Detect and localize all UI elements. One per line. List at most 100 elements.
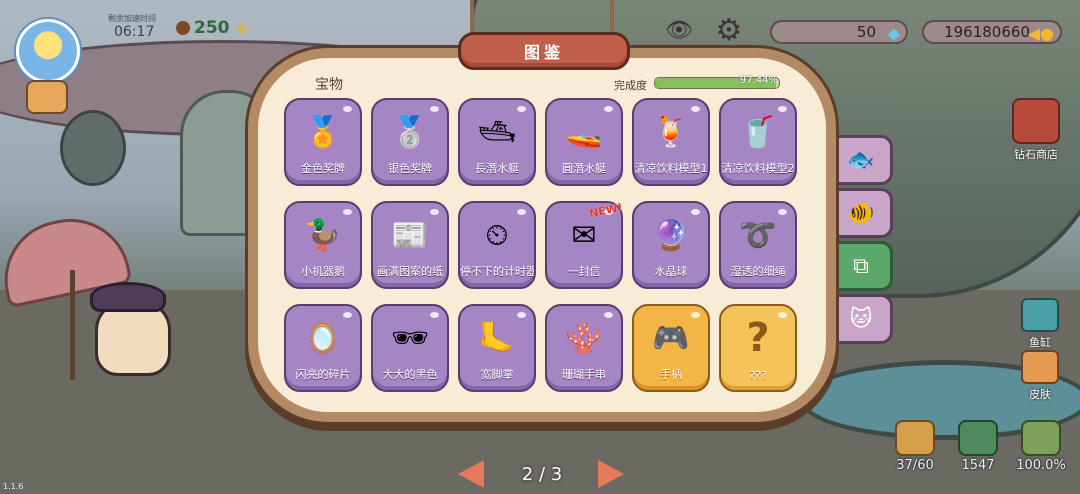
skin-button[interactable]: 皮肤 [1015, 350, 1065, 402]
item-name: 圓潛水艇 [562, 162, 606, 175]
fish-tank-icon [1021, 298, 1059, 332]
item-card[interactable]: 🚤 圓潛水艇 [545, 98, 623, 186]
item-name: 湿透的细绳 [730, 265, 786, 278]
long-submarine-icon: 🛥 [472, 110, 522, 154]
item-name: 银色奖牌 [388, 162, 432, 175]
letter-icon: ✉ [559, 213, 609, 257]
collection-tab[interactable]: 🐠 [832, 188, 893, 238]
item-card[interactable]: ???? [719, 304, 797, 392]
item-name: 画满图案的纸 [377, 265, 443, 278]
item-card[interactable]: 🪞 闪亮的碎片 [284, 304, 362, 392]
item-card[interactable]: 🛥 長潛水艇 [458, 98, 536, 186]
item-name: 一封信 [567, 265, 601, 278]
gamepad-icon: 🎮 [646, 316, 696, 360]
item-glyph: 📰 [391, 217, 429, 253]
item-card[interactable]: 🦶 宽脚掌 [458, 304, 536, 392]
item-name: 闪亮的碎片 [295, 368, 351, 381]
item-card[interactable]: ➰ 湿透的细绳 [719, 201, 797, 289]
pet-dog-icon[interactable] [26, 80, 68, 114]
add-coins-button[interactable]: + [234, 16, 251, 40]
diamond-icon: ◆ [887, 24, 900, 43]
item-name: 宽脚掌 [480, 368, 514, 381]
fish-tank-label: 鱼缸 [1029, 336, 1051, 349]
boost-timer: 06:17 [114, 24, 155, 40]
item-glyph: 🦶 [478, 320, 516, 356]
item-name: 水晶球 [654, 265, 688, 278]
fish-tank-button[interactable]: 鱼缸 [1015, 298, 1065, 350]
gold-medal-icon: 🏅 [298, 110, 348, 154]
completion-label: 完成度 [614, 79, 647, 92]
item-glyph: 🥤 [739, 114, 777, 150]
patterned-paper-icon: 📰 [385, 213, 435, 257]
item-glyph: 🕶 [390, 320, 430, 356]
fish-alt-tab-icon: 🐠 [847, 200, 875, 226]
item-card[interactable]: ⏲ 停不下的计时器 [458, 201, 536, 289]
version-label: 1.1.6 [3, 482, 24, 491]
hide-ui-eye-icon[interactable]: 👁 [662, 18, 696, 46]
item-name: 珊瑚手串 [562, 368, 606, 381]
item-name: 清凉饮料模型2 [721, 162, 795, 175]
cat-bag-icon [895, 420, 935, 456]
gem-counter[interactable]: 50 ◆ [770, 20, 908, 44]
item-name: 手柄 [660, 368, 682, 381]
item-name: ??? [749, 369, 767, 382]
boost-time-label: 剩余加速时间 [108, 14, 156, 23]
robot-goose-icon: 🦆 [298, 213, 348, 257]
fish-currency-counter[interactable]: 196180660 ◀● [922, 20, 1062, 44]
skin-label: 皮肤 [1029, 388, 1051, 401]
coin-value: 250 [194, 18, 230, 38]
item-name: 小机器鹅 [301, 265, 345, 278]
item-glyph: 🏅 [304, 114, 342, 150]
bag-stat-value: 37/60 [896, 458, 934, 473]
item-glyph: ✉ [571, 217, 597, 253]
item-glyph: 🦆 [304, 217, 342, 253]
page-indicator: 2 / 3 [521, 464, 563, 485]
item-grid: 🏅 金色奖牌 🥈 银色奖牌 🛥 長潛水艇 🚤 圓潛水艇 🍹 清凉饮料模型1 🥤 清凉饮料模型2 🦆 小机器… [284, 98, 797, 392]
item-card[interactable]: 🍹 清凉饮料模型1 [632, 98, 710, 186]
item-card[interactable]: 🥈 银色奖牌 [371, 98, 449, 186]
treasure-tab-icon: ⧉ [853, 253, 869, 279]
skin-icon [1021, 350, 1059, 384]
bag-stat-button[interactable]: 37/60 [892, 420, 938, 476]
section-title: 宝物 [315, 77, 343, 93]
item-card[interactable]: 🏅 金色奖牌 [284, 98, 362, 186]
shop-stall-icon [1012, 98, 1060, 144]
item-card[interactable]: 🕶 大大的黑色 [371, 304, 449, 392]
item-glyph: 🛥 [477, 114, 517, 150]
item-name: 金色奖牌 [301, 162, 345, 175]
item-card[interactable]: 🥤 清凉饮料模型2 [719, 98, 797, 186]
item-name: 停不下的计时器 [460, 265, 536, 278]
prev-page-button[interactable] [458, 460, 484, 488]
umbrella-pole [70, 270, 75, 380]
collection-tab[interactable]: 🐱 [832, 294, 893, 344]
bait-stat-button[interactable]: 100.0% [1015, 420, 1067, 476]
collection-tab[interactable]: 🐟 [832, 135, 893, 185]
item-card[interactable]: 🔮 水晶球 [632, 201, 710, 289]
next-page-button[interactable] [598, 460, 624, 488]
banner-rope-right [610, 0, 614, 36]
item-card[interactable]: 🎮 手柄 [632, 304, 710, 392]
coral-bracelet-icon: 🪸 [559, 316, 609, 360]
cat-hat [90, 282, 166, 312]
item-glyph: ? [746, 315, 770, 361]
round-submarine-icon: 🚤 [559, 110, 609, 154]
drink-model-2-icon: 🥤 [733, 110, 783, 154]
settings-gear-icon[interactable]: ⚙ [712, 14, 746, 48]
item-card[interactable]: 🪸 珊瑚手串 [545, 304, 623, 392]
bait-stat-value: 100.0% [1016, 458, 1066, 473]
item-card[interactable]: 🦆 小机器鹅 [284, 201, 362, 289]
paw-coin-icon [176, 21, 190, 35]
drink-model-1-icon: 🍹 [646, 110, 696, 154]
collection-tab[interactable]: ⧉ [832, 241, 893, 291]
item-card[interactable]: 📰 画满图案的纸 [371, 201, 449, 289]
backpack-stat-button[interactable]: 1547 [955, 420, 1001, 476]
bait-bag-icon [1021, 420, 1061, 456]
weather-sun-icon[interactable] [16, 19, 80, 83]
backpack-stat-value: 1547 [961, 458, 995, 473]
timer-icon: ⏲ [472, 213, 522, 257]
mirror-shard-icon: 🪞 [298, 316, 348, 360]
item-glyph: 🚤 [565, 114, 603, 150]
item-glyph: 🔮 [652, 217, 690, 253]
diamond-shop-button[interactable]: 钻石商店 [1005, 98, 1067, 162]
item-glyph: 🍹 [652, 114, 690, 150]
